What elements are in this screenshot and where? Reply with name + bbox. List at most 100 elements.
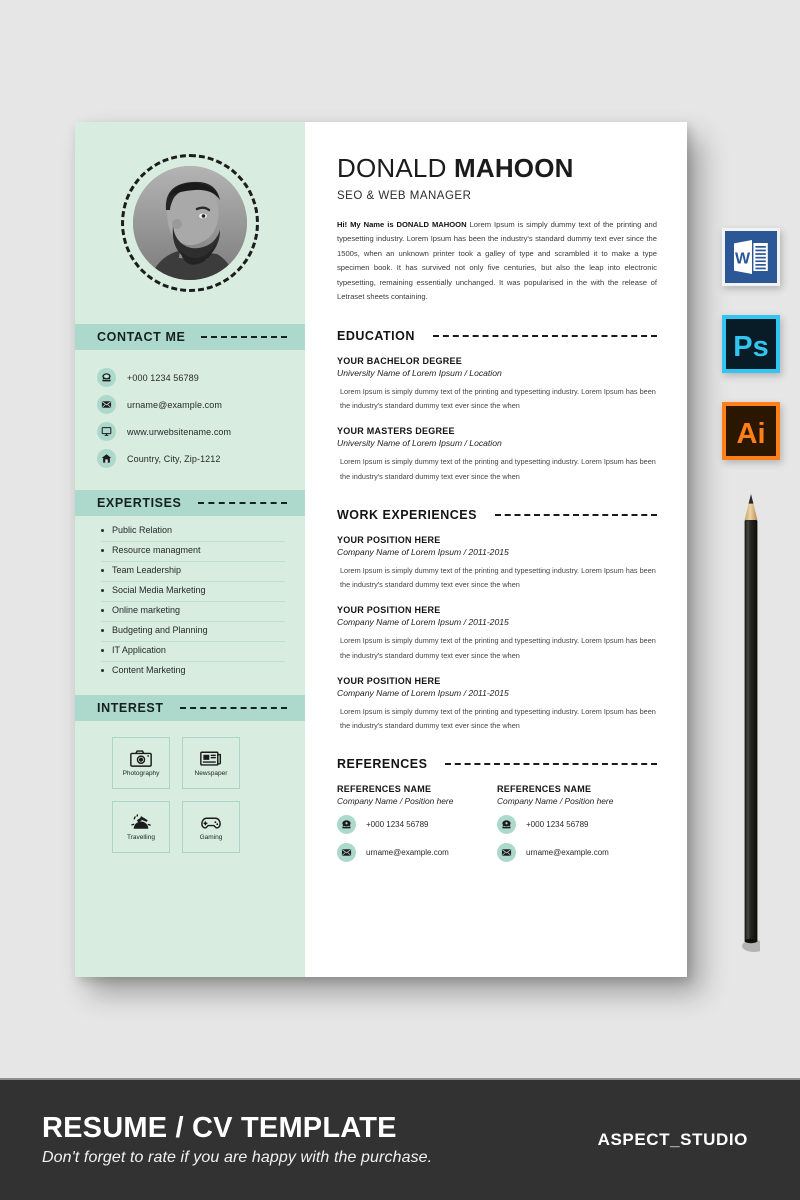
reference-phone: +000 1234 56789	[366, 820, 429, 830]
envelope-icon	[97, 395, 116, 414]
reference-email: urname@example.com	[526, 848, 609, 858]
work-section-header: WORK EXPERIENCES	[337, 508, 657, 522]
contact-list: +000 1234 56789 urname@example.com www.u…	[75, 350, 305, 472]
contact-website-text: www.urwebsitename.com	[127, 426, 232, 437]
travel-icon	[131, 813, 151, 829]
entry-subtitle: Company Name of Lorem Ipsum / 2011-2015	[337, 617, 509, 628]
reference-entry: REFERENCES NAME Company Name / Position …	[497, 784, 657, 863]
page-title: DONALD MAHOON	[337, 153, 657, 183]
adobe-illustrator-icon[interactable]: Ai	[722, 402, 780, 460]
education-section-header: EDUCATION	[337, 329, 657, 343]
reference-subtitle: Company Name / Position here	[337, 796, 454, 807]
envelope-icon	[497, 843, 516, 863]
banner-subtitle: Don't forget to rate if you are happy wi…	[42, 1148, 433, 1166]
intro-paragraph: Hi! My Name is DONALD MAHOON Lorem Ipsum…	[337, 218, 657, 305]
reference-phone-row: +000 1234 56789	[337, 815, 497, 835]
list-item: Public Relation	[101, 525, 285, 542]
work-heading: WORK EXPERIENCES	[337, 507, 477, 522]
reference-subtitle: Company Name / Position here	[497, 796, 614, 807]
interest-label: Photography	[122, 769, 160, 777]
microsoft-word-icon[interactable]: W	[722, 228, 780, 286]
ai-letters: Ai	[737, 418, 766, 450]
work-entry: YOUR POSITION HERE Company Name of Lorem…	[337, 605, 657, 662]
reference-entry: REFERENCES NAME Company Name / Position …	[337, 784, 497, 863]
banner-brand: ASPECT_STUDIO	[597, 1130, 748, 1149]
education-entry: YOUR MASTERS DEGREE University Name of L…	[337, 426, 657, 483]
entry-title: YOUR POSITION HERE	[337, 675, 441, 686]
phone-icon	[97, 368, 116, 387]
portrait-illustration	[133, 166, 247, 280]
entry-subtitle: Company Name of Lorem Ipsum / 2011-2015	[337, 546, 509, 557]
phone-icon	[497, 815, 516, 835]
home-icon	[97, 449, 116, 468]
references-columns: REFERENCES NAME Company Name / Position …	[337, 784, 657, 863]
first-name: DONALD	[337, 153, 447, 183]
list-item: Resource managment	[101, 545, 285, 562]
last-name: MAHOON	[454, 153, 574, 183]
education-heading: EDUCATION	[337, 329, 415, 344]
word-letter: W	[735, 250, 751, 267]
interest-label: Gaming	[199, 833, 223, 841]
banner-title: RESUME / CV TEMPLATE	[42, 1112, 397, 1145]
interest-item-newspaper: Newspaper	[182, 737, 240, 789]
interest-item-gaming: Gaming	[182, 801, 240, 853]
list-item: Budgeting and Planning	[101, 625, 285, 642]
intro-bold-lead: Hi! My Name is DONALD MAHOON	[337, 219, 467, 229]
interest-grid: Photography Newspaper Travelling Gaming	[75, 721, 305, 853]
adobe-photoshop-icon[interactable]: Ps	[722, 315, 780, 373]
contact-phone-text: +000 1234 56789	[127, 372, 199, 383]
avatar-photo	[133, 166, 247, 280]
entry-title: YOUR BACHELOR DEGREE	[337, 356, 463, 367]
camera-icon	[130, 749, 152, 767]
contact-row-email: urname@example.com	[97, 391, 285, 418]
entry-title: YOUR POSITION HERE	[337, 534, 441, 545]
work-entry: YOUR POSITION HERE Company Name of Lorem…	[337, 676, 657, 733]
job-title: SEO & WEB MANAGER	[337, 189, 472, 202]
list-item: Online marketing	[101, 605, 285, 622]
contact-row-website: www.urwebsitename.com	[97, 418, 285, 445]
reference-name: REFERENCES NAME	[337, 784, 432, 795]
list-item: Team Leadership	[101, 565, 285, 582]
sidebar: CONTACT ME +000 1234 56789 urname@exampl…	[75, 122, 305, 977]
contact-email-text: urname@example.com	[127, 399, 222, 410]
entry-title: YOUR POSITION HERE	[337, 605, 441, 616]
list-item: IT Application	[101, 645, 285, 662]
entry-description: Lorem Ipsum is simply dummy text of the …	[340, 565, 656, 590]
banner-text-group: RESUME / CV TEMPLATE Don't forget to rat…	[42, 1113, 432, 1166]
entry-description: Lorem Ipsum is simply dummy text of the …	[340, 387, 656, 411]
pencil-decoration	[742, 494, 760, 952]
dashed-divider	[432, 335, 657, 338]
work-entry: YOUR POSITION HERE Company Name of Lorem…	[337, 535, 657, 592]
entry-description: Lorem Ipsum is simply dummy text of the …	[340, 706, 656, 730]
interest-section-header: INTEREST	[75, 695, 305, 721]
entry-subtitle: Company Name of Lorem Ipsum / 2011-2015	[337, 687, 509, 698]
interest-heading: INTEREST	[97, 701, 164, 715]
contact-row-phone: +000 1234 56789	[97, 364, 285, 391]
reference-phone-row: +000 1234 56789	[497, 815, 657, 835]
expertises-heading: EXPERTISES	[97, 496, 182, 510]
list-item: Content Marketing	[101, 665, 285, 681]
entry-description: Lorem Ipsum is simply dummy text of the …	[340, 457, 656, 481]
contact-section-header: CONTACT ME	[75, 324, 305, 350]
reference-phone: +000 1234 56789	[526, 820, 589, 830]
interest-item-travelling: Travelling	[112, 801, 170, 853]
ps-letters: Ps	[733, 331, 768, 363]
reference-email: urname@example.com	[366, 848, 449, 858]
reference-name: REFERENCES NAME	[497, 784, 592, 795]
phone-icon	[337, 815, 356, 835]
main-content: DONALD MAHOON SEO & WEB MANAGER Hi! My N…	[305, 122, 687, 977]
avatar	[75, 154, 305, 292]
expertises-list: Public Relation Resource managment Team …	[75, 525, 305, 681]
references-section-header: REFERENCES	[337, 757, 657, 771]
reference-email-row: urname@example.com	[497, 843, 657, 863]
dashed-divider	[494, 513, 657, 516]
gamepad-icon	[201, 817, 221, 829]
dashed-divider	[445, 763, 657, 766]
monitor-icon	[97, 422, 116, 441]
avatar-dashed-ring	[121, 154, 259, 292]
education-entry: YOUR BACHELOR DEGREE University Name of …	[337, 356, 657, 413]
intro-body: Lorem Ipsum is simply dummy text of the …	[337, 219, 658, 302]
dashed-divider	[179, 707, 287, 709]
newspaper-icon	[200, 751, 222, 766]
resume-page: CONTACT ME +000 1234 56789 urname@exampl…	[75, 122, 687, 977]
